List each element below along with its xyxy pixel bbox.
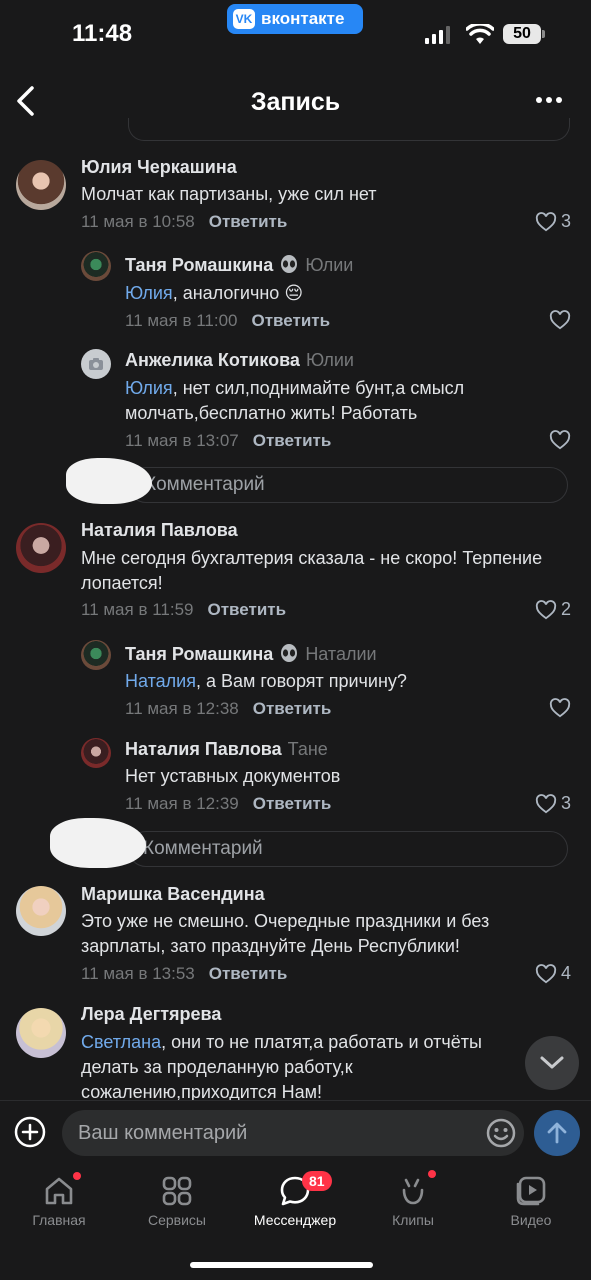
tab-messenger[interactable]: Мессенджер bbox=[236, 1174, 354, 1228]
mention-link[interactable]: Юлия bbox=[125, 378, 173, 398]
tab-video[interactable]: Видео bbox=[472, 1174, 590, 1228]
like-button[interactable]: 3 bbox=[535, 211, 571, 232]
heart-icon bbox=[549, 310, 571, 330]
camera-icon bbox=[89, 358, 103, 370]
comment-meta: 11 мая в 10:58 Ответить bbox=[81, 212, 287, 232]
comment-time: 11 мая в 10:58 bbox=[81, 212, 195, 231]
comment-author[interactable]: Маришка Васендина bbox=[81, 884, 265, 905]
comment-text: Мне сегодня бухгалтерия сказала - не ско… bbox=[81, 548, 543, 593]
send-button[interactable] bbox=[534, 1110, 580, 1156]
like-button[interactable]: 4 bbox=[535, 963, 571, 984]
video-icon bbox=[516, 1176, 546, 1206]
status-time: 11:48 bbox=[72, 20, 133, 47]
reply-text: Юлия, нет сил,поднимайте бунт,а смысл мо… bbox=[125, 378, 465, 423]
messenger-badge: 81 bbox=[302, 1171, 332, 1191]
wifi-icon bbox=[466, 24, 494, 44]
reply-meta: 11 мая в 11:00 Ответить bbox=[125, 311, 331, 330]
tab-home[interactable]: Главная bbox=[0, 1174, 118, 1228]
avatar[interactable] bbox=[81, 349, 111, 379]
thread-comment-input[interactable]: Комментарий bbox=[128, 467, 568, 503]
reply-author[interactable]: Таня Ромашкина Наталии bbox=[125, 643, 377, 665]
avatar[interactable] bbox=[16, 886, 66, 936]
clips-notification-dot bbox=[428, 1170, 436, 1178]
comment-text: Это уже не смешно. Очередные праздники и… bbox=[81, 911, 490, 956]
alien-emoji-icon bbox=[281, 255, 298, 273]
avatar[interactable] bbox=[81, 640, 111, 670]
reply-meta: 11 мая в 12:39 Ответить bbox=[125, 794, 332, 813]
alien-emoji-icon bbox=[281, 644, 298, 662]
battery-icon: 50 bbox=[503, 24, 541, 44]
heart-icon bbox=[535, 963, 557, 983]
comment-text: Молчат как партизаны, уже сил нет bbox=[81, 184, 377, 204]
comment-author[interactable]: Лера Дегтярева bbox=[81, 1004, 221, 1025]
heart-icon bbox=[549, 698, 571, 718]
avatar[interactable] bbox=[16, 1008, 66, 1058]
avatar[interactable] bbox=[81, 738, 111, 768]
reply-button[interactable]: Ответить bbox=[253, 699, 332, 718]
reply-text: Юлия, аналогично 😔 bbox=[125, 283, 304, 303]
tab-clips[interactable]: Клипы bbox=[354, 1174, 472, 1228]
vk-app-pill[interactable]: VK вконтакте bbox=[227, 4, 363, 34]
emoji-icon[interactable] bbox=[485, 1117, 517, 1149]
tab-services[interactable]: Сервисы bbox=[118, 1174, 236, 1228]
reply-author[interactable]: Наталия Павлова Тане bbox=[125, 739, 328, 760]
battery-tip bbox=[542, 30, 545, 38]
reply-button[interactable]: Ответить bbox=[209, 964, 288, 983]
heart-icon bbox=[535, 211, 557, 231]
avatar[interactable] bbox=[81, 251, 111, 281]
comment-author[interactable]: Юлия Черкашина bbox=[81, 157, 237, 178]
reply-meta: 11 мая в 12:38 Ответить bbox=[125, 699, 332, 718]
home-notification-dot bbox=[73, 1172, 81, 1180]
comment-input[interactable]: Ваш комментарий bbox=[62, 1110, 524, 1156]
like-button[interactable] bbox=[549, 698, 571, 718]
reply-text: Наталия, а Вам говорят причину? bbox=[125, 671, 407, 691]
reply-button[interactable]: Ответить bbox=[209, 212, 288, 231]
like-button[interactable]: 2 bbox=[535, 599, 571, 620]
heart-icon bbox=[535, 599, 557, 619]
reply-author[interactable]: Анжелика Котикова Юлии bbox=[125, 350, 354, 371]
heart-icon bbox=[535, 793, 557, 813]
signal-icon bbox=[425, 26, 450, 44]
home-indicator bbox=[190, 1262, 373, 1268]
reply-button[interactable]: Ответить bbox=[253, 431, 332, 450]
vk-pill-label: вконтакте bbox=[261, 9, 345, 28]
mention-link[interactable]: Светлана bbox=[81, 1032, 161, 1052]
mention-link[interactable]: Юлия bbox=[125, 283, 173, 303]
add-attachment-icon[interactable] bbox=[14, 1116, 46, 1148]
like-count: 3 bbox=[561, 211, 572, 231]
scroll-down-button[interactable] bbox=[525, 1036, 579, 1090]
vk-logo-icon: VK bbox=[233, 9, 255, 29]
reply-meta: 11 мая в 13:07 Ответить bbox=[125, 431, 332, 450]
reply-text: Нет уставных документов bbox=[125, 766, 341, 786]
send-arrow-icon bbox=[547, 1122, 567, 1144]
reply-author[interactable]: Таня Ромашкина Юлии bbox=[125, 254, 353, 276]
redaction-scribble bbox=[66, 458, 152, 504]
like-button[interactable]: 3 bbox=[535, 793, 571, 814]
home-icon bbox=[45, 1177, 73, 1205]
avatar[interactable] bbox=[16, 523, 66, 573]
reply-button[interactable]: Ответить bbox=[251, 311, 330, 330]
comment-author[interactable]: Наталия Павлова bbox=[81, 520, 238, 541]
mention-link[interactable]: Наталия bbox=[125, 671, 196, 691]
previous-comment-input[interactable] bbox=[128, 118, 570, 141]
reply-button[interactable]: Ответить bbox=[207, 600, 286, 619]
like-button[interactable] bbox=[549, 310, 571, 330]
page-title: Запись bbox=[250, 88, 341, 116]
heart-icon bbox=[549, 430, 571, 450]
comment-meta: 11 мая в 11:59 Ответить bbox=[81, 600, 287, 619]
more-icon[interactable] bbox=[536, 97, 562, 103]
comment-meta: 11 мая в 13:53 Ответить bbox=[81, 964, 288, 983]
reply-button[interactable]: Ответить bbox=[253, 794, 332, 813]
avatar[interactable] bbox=[16, 160, 66, 210]
comment-text: Светлана, они то не платят,а работать и … bbox=[81, 1032, 482, 1102]
services-icon bbox=[162, 1176, 192, 1206]
like-button[interactable] bbox=[549, 430, 571, 450]
clips-icon bbox=[402, 1178, 424, 1205]
thread-comment-input[interactable]: Комментарий bbox=[128, 831, 568, 867]
redaction-scribble bbox=[50, 818, 146, 868]
chevron-down-icon bbox=[540, 1056, 564, 1069]
